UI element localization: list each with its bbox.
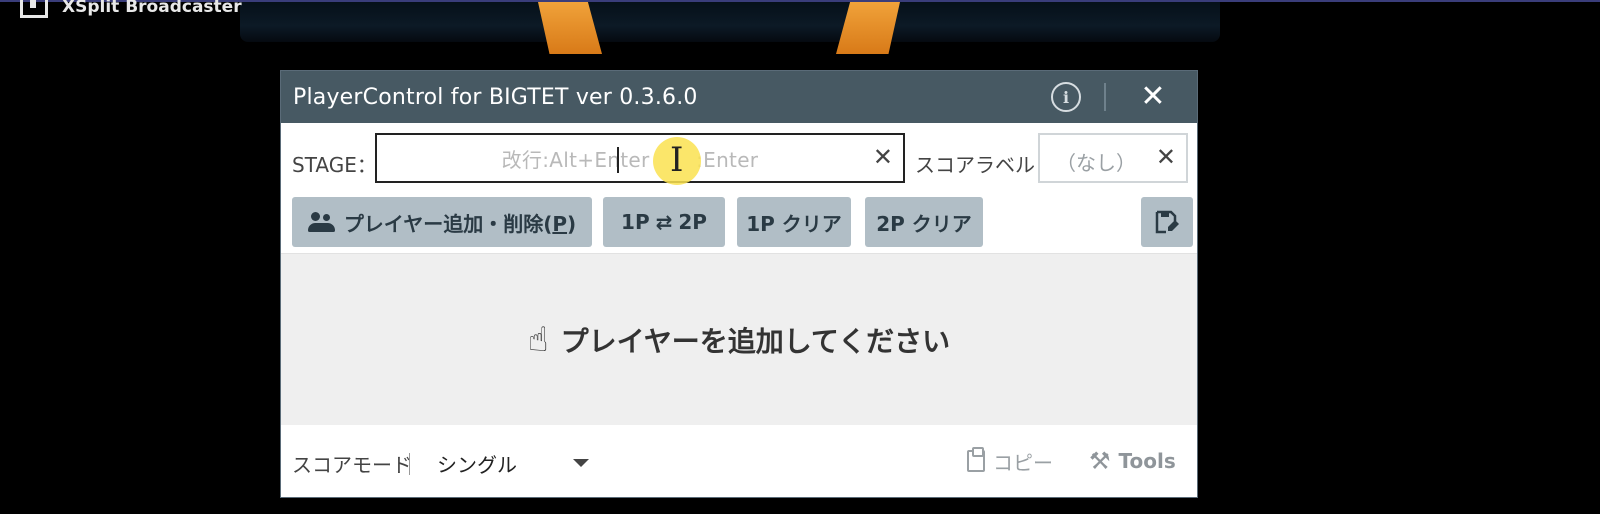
score-mode-value: シングル bbox=[437, 453, 517, 477]
copy-button[interactable]: コピー bbox=[967, 443, 1053, 479]
close-icon[interactable]: ✕ bbox=[1156, 145, 1176, 169]
tools-icon: ⚒ bbox=[1089, 447, 1111, 475]
swap-right-label: 2P bbox=[678, 210, 707, 234]
chevron-down-icon bbox=[573, 459, 589, 467]
stage-placeholder: 改行:Alt+Enter :Enter bbox=[502, 144, 759, 173]
window-title: PlayerControl for BIGTET ver 0.3.6.0 bbox=[293, 84, 698, 110]
save-edit-button[interactable] bbox=[1141, 197, 1193, 247]
score-label-input[interactable]: （なし） ✕ bbox=[1038, 133, 1188, 183]
stage-placeholder-left: 改行:Alt+Enter bbox=[501, 147, 650, 172]
clear-2p-button[interactable]: 2P クリア bbox=[865, 197, 983, 247]
add-remove-prefix: プレイヤー追加・削除( bbox=[343, 211, 553, 236]
text-caret bbox=[617, 147, 619, 173]
close-icon[interactable]: ✕ bbox=[1137, 81, 1169, 113]
toolbar: プレイヤー追加・削除(P) 1P ⇄ 2P 1P クリア 2P クリア bbox=[281, 197, 1197, 253]
ibeam-cursor-icon: I bbox=[670, 140, 684, 180]
score-mode-select[interactable]: シングル bbox=[431, 439, 591, 483]
title-bar: PlayerControl for BIGTET ver 0.3.6.0 i ✕ bbox=[281, 71, 1197, 123]
save-edit-icon bbox=[1155, 210, 1179, 234]
score-mode-label: スコアモード bbox=[292, 453, 412, 477]
info-icon[interactable]: i bbox=[1051, 82, 1081, 112]
hand-pointer-icon: ☝ bbox=[527, 320, 549, 360]
stage-input[interactable]: 改行:Alt+Enter :Enter I ✕ bbox=[375, 133, 905, 185]
title-separator bbox=[1104, 83, 1106, 111]
clipboard-icon bbox=[967, 447, 985, 472]
xsplit-logo-icon bbox=[18, 0, 52, 22]
score-label-placeholder: （なし） bbox=[1056, 151, 1136, 175]
swap-players-button[interactable]: 1P ⇄ 2P bbox=[603, 197, 725, 247]
app-name: XSplit Broadcaster bbox=[62, 0, 242, 17]
add-remove-players-label: プレイヤー追加・削除(P) bbox=[344, 208, 576, 237]
copy-label: コピー bbox=[993, 450, 1053, 475]
people-icon bbox=[307, 211, 336, 233]
stage-label: STAGE： bbox=[292, 153, 377, 177]
score-mode-separator bbox=[409, 453, 410, 475]
player-area: ☝ プレイヤーを追加してください bbox=[281, 253, 1197, 426]
stage-placeholder-right: :Enter bbox=[696, 147, 759, 172]
tools-button[interactable]: ⚒ Tools bbox=[1089, 443, 1176, 479]
close-icon[interactable]: ✕ bbox=[873, 145, 893, 169]
clear-1p-button[interactable]: 1P クリア bbox=[737, 197, 851, 247]
stage-row: STAGE： 改行:Alt+Enter :Enter I ✕ スコアラベル： （… bbox=[281, 123, 1197, 197]
swap-icon: ⇄ bbox=[655, 210, 673, 234]
player-control-window: PlayerControl for BIGTET ver 0.3.6.0 i ✕… bbox=[280, 70, 1198, 498]
broadcast-preview-strip bbox=[240, 2, 1220, 42]
tools-label: Tools bbox=[1118, 449, 1176, 473]
add-remove-shortcut: P bbox=[552, 211, 568, 236]
add-player-message: プレイヤーを追加してください bbox=[560, 325, 951, 358]
add-remove-players-button[interactable]: プレイヤー追加・削除(P) bbox=[292, 197, 592, 247]
score-label-label: スコアラベル： bbox=[915, 153, 1055, 177]
footer: スコアモード シングル コピー ⚒ Tools bbox=[281, 425, 1197, 497]
add-remove-suffix: ) bbox=[567, 211, 577, 236]
app-brand: XSplit Broadcaster bbox=[18, 0, 242, 22]
swap-left-label: 1P bbox=[621, 210, 650, 234]
